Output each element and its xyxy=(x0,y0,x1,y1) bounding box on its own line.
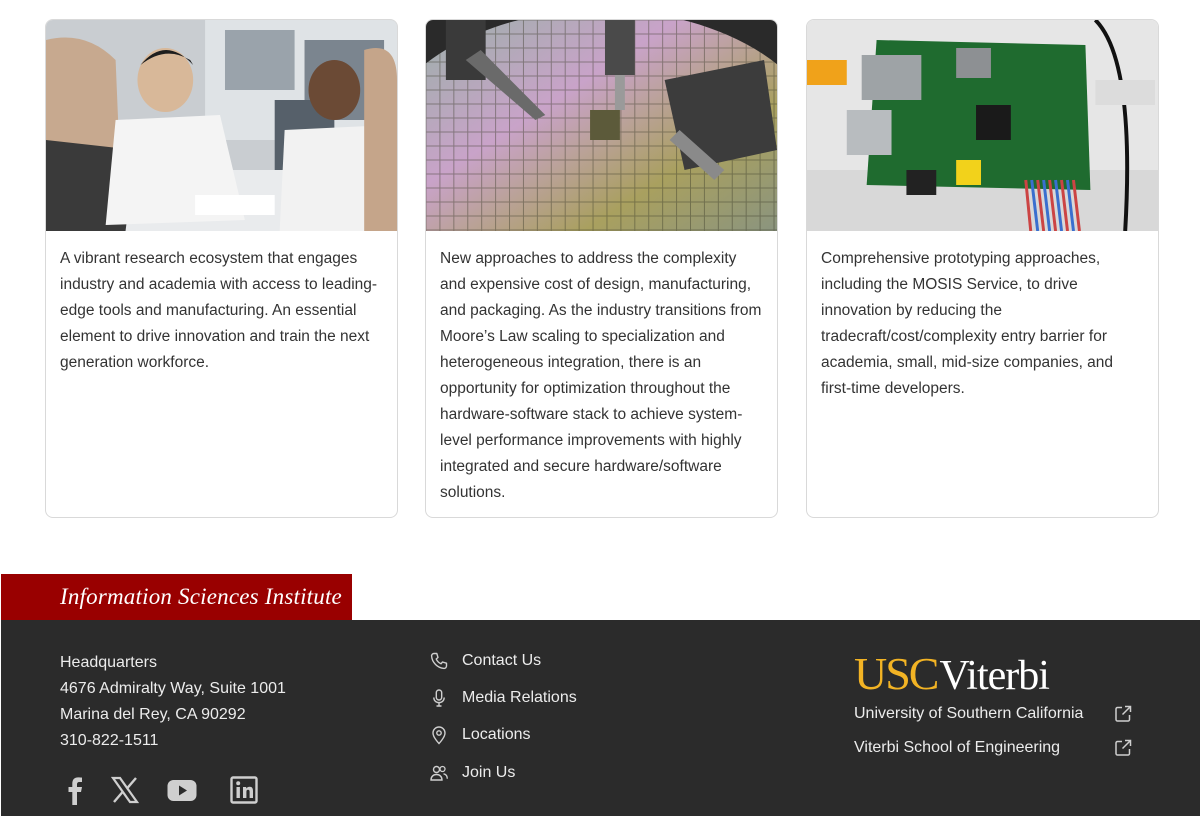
address-line1: 4676 Admiralty Way, Suite 1001 xyxy=(60,680,286,697)
microphone-icon xyxy=(429,688,449,708)
cards-row: A vibrant research ecosystem that engage… xyxy=(45,19,1159,518)
circuit-board-photo xyxy=(807,20,1158,231)
address-label: Headquarters xyxy=(60,654,157,671)
locations-label: Locations xyxy=(462,726,531,743)
card-design-manufacturing: New approaches to address the complexity… xyxy=(425,19,778,518)
card-prototyping: Comprehensive prototyping approaches, in… xyxy=(806,19,1159,518)
address-line2: Marina del Rey, CA 90292 xyxy=(60,706,246,723)
institute-brand-tab[interactable]: Information Sciences Institute xyxy=(1,574,352,620)
viterbi-link-label: Viterbi School of Engineering xyxy=(854,739,1061,756)
external-link-icon xyxy=(1113,704,1133,724)
youtube-icon[interactable] xyxy=(167,775,197,805)
people-icon xyxy=(429,763,449,783)
contact-us-label: Contact Us xyxy=(462,652,542,669)
researchers-meeting-photo xyxy=(46,20,397,231)
phone-icon xyxy=(429,651,449,671)
x-icon[interactable] xyxy=(110,775,140,805)
map-pin-icon xyxy=(429,725,449,745)
usc-link-label: University of Southern California xyxy=(854,705,1084,722)
headquarters-address: Headquarters 4676 Admiralty Way, Suite 1… xyxy=(60,650,286,754)
site-footer: Headquarters 4676 Admiralty Way, Suite 1… xyxy=(1,620,1200,816)
media-relations-label: Media Relations xyxy=(462,689,577,706)
linkedin-icon[interactable] xyxy=(229,775,259,805)
card-description: New approaches to address the complexity… xyxy=(440,250,762,501)
join-us-label: Join Us xyxy=(462,764,516,781)
card-description: A vibrant research ecosystem that engage… xyxy=(60,250,378,371)
usc-external-link[interactable]: University of Southern California xyxy=(854,702,1134,726)
card-research-ecosystem: A vibrant research ecosystem that engage… xyxy=(45,19,398,518)
viterbi-external-link[interactable]: Viterbi School of Engineering xyxy=(854,736,1134,760)
facebook-icon[interactable] xyxy=(60,775,90,805)
external-link-icon xyxy=(1113,738,1133,758)
viterbi-wordmark: Viterbi xyxy=(939,653,1049,699)
address-phone[interactable]: 310-822-1511 xyxy=(60,728,286,754)
usc-viterbi-logo[interactable]: USCViterbi xyxy=(854,647,1050,699)
card-description: Comprehensive prototyping approaches, in… xyxy=(821,250,1114,397)
usc-wordmark: USC xyxy=(854,648,939,699)
wafer-probe-photo xyxy=(426,20,777,231)
